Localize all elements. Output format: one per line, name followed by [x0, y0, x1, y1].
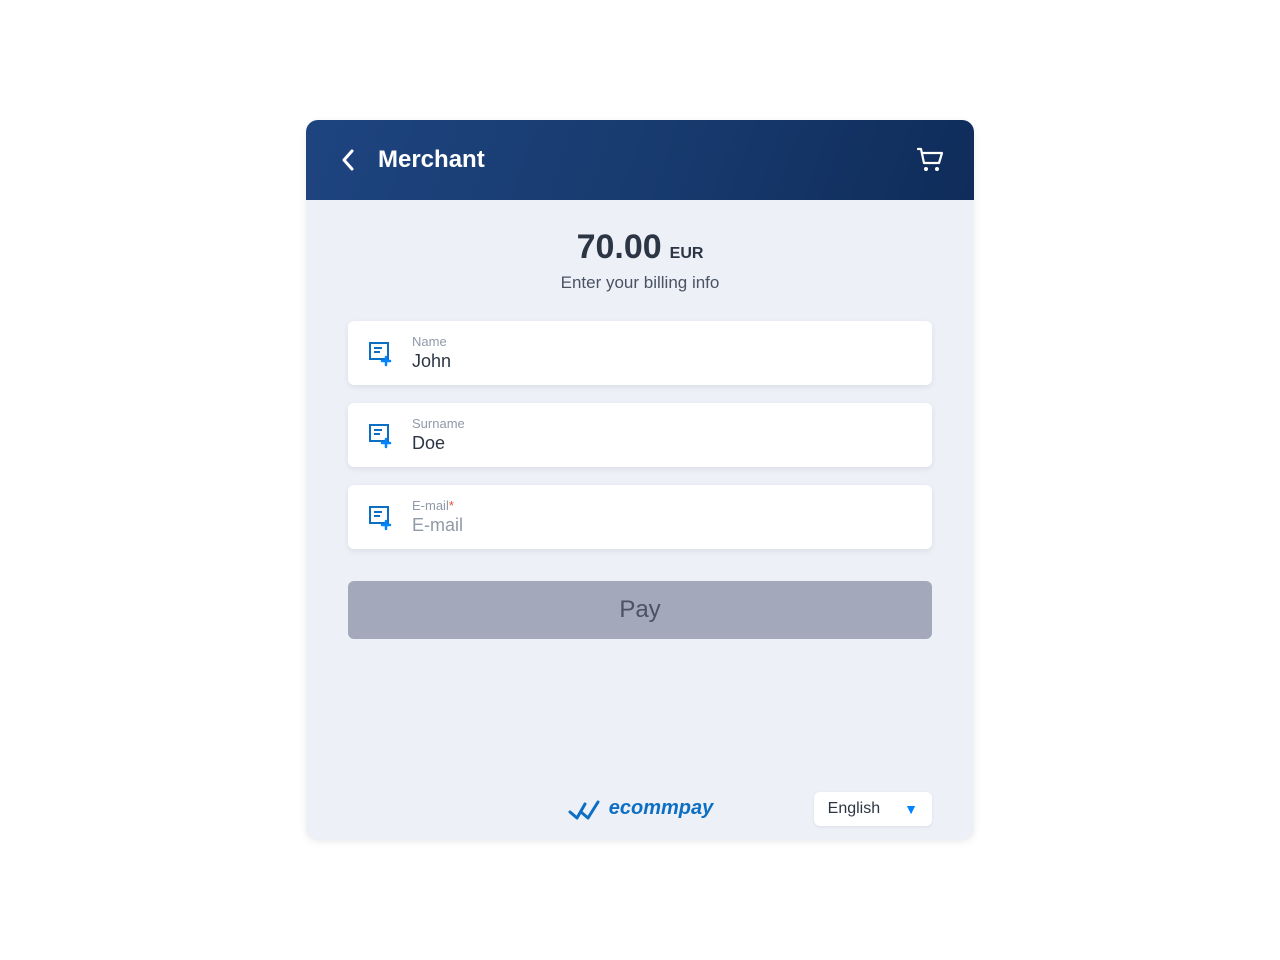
brand-icon — [567, 798, 601, 820]
content: 70.00 EUR Enter your billing info Name — [306, 200, 974, 840]
surname-field[interactable]: Surname — [348, 403, 932, 467]
field-content: Name — [412, 334, 912, 372]
field-content: Surname — [412, 416, 912, 454]
back-button[interactable] — [334, 146, 362, 174]
email-label-text: E-mail — [412, 498, 449, 513]
email-input[interactable] — [412, 515, 912, 536]
email-field[interactable]: E-mail* — [348, 485, 932, 549]
payment-card: Merchant 70.00 EUR Enter your billing in… — [306, 120, 974, 840]
amount-row: 70.00 EUR — [348, 228, 932, 267]
caret-down-icon: ▼ — [904, 801, 918, 817]
footer: ecommpay English ▼ — [348, 757, 932, 820]
email-label: E-mail* — [412, 498, 912, 513]
pay-button[interactable]: Pay — [348, 581, 932, 639]
required-mark: * — [449, 498, 454, 513]
header: Merchant — [306, 120, 974, 200]
amount-subtitle: Enter your billing info — [348, 273, 932, 293]
name-input[interactable] — [412, 351, 912, 372]
form-add-icon — [368, 421, 396, 449]
surname-label: Surname — [412, 416, 912, 431]
form-add-icon — [368, 503, 396, 531]
amount-value: 70.00 — [577, 228, 662, 267]
surname-input[interactable] — [412, 433, 912, 454]
header-title: Merchant — [378, 146, 485, 174]
brand-logo: ecommpay — [567, 797, 714, 820]
form-add-icon — [368, 339, 396, 367]
header-left: Merchant — [334, 146, 485, 174]
cart-icon — [916, 147, 944, 173]
brand-name: ecommpay — [609, 797, 714, 820]
chevron-left-icon — [341, 149, 355, 171]
field-content: E-mail* — [412, 498, 912, 536]
name-label: Name — [412, 334, 912, 349]
cart-button[interactable] — [914, 144, 946, 176]
language-selector[interactable]: English ▼ — [814, 792, 932, 826]
name-field[interactable]: Name — [348, 321, 932, 385]
language-value: English — [828, 800, 880, 818]
amount-section: 70.00 EUR Enter your billing info — [348, 228, 932, 293]
amount-currency: EUR — [670, 245, 704, 263]
